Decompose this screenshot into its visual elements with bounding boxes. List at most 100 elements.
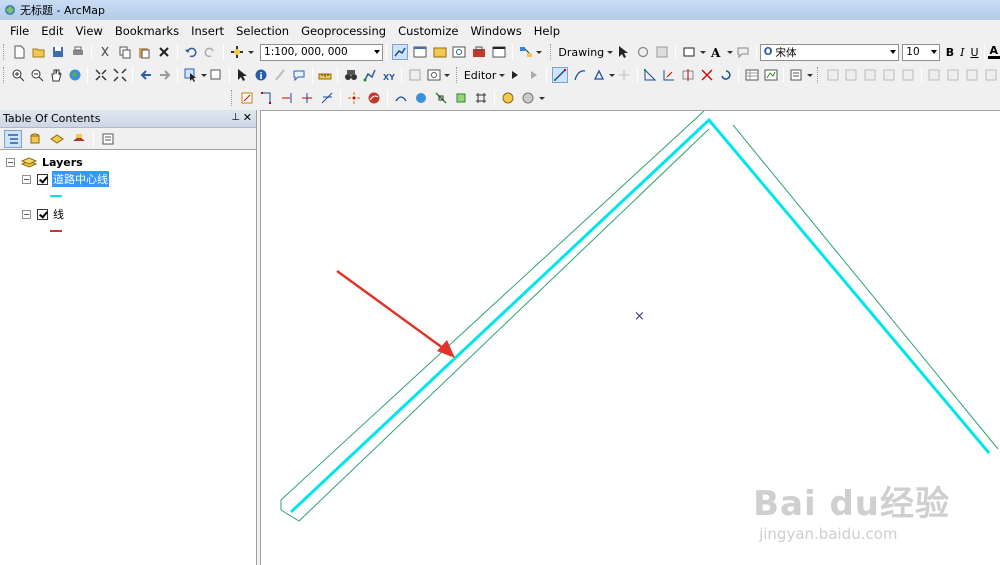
menu-geoprocessing[interactable]: Geoprocessing	[295, 24, 392, 38]
layer-row-centerline[interactable]: − 道路中心线	[22, 171, 109, 187]
fixed-zoom-in-icon[interactable]	[93, 67, 108, 83]
forward-arrow-icon[interactable]	[157, 67, 172, 83]
measure-icon[interactable]	[318, 67, 333, 83]
redo-icon[interactable]	[203, 44, 219, 60]
layer-name-line[interactable]: 线	[52, 206, 65, 222]
edit-vertices-icon[interactable]	[643, 67, 658, 83]
cut-icon[interactable]	[97, 44, 113, 60]
trim-icon[interactable]	[299, 90, 315, 106]
delete-icon[interactable]	[156, 44, 172, 60]
python-window-icon[interactable]	[491, 44, 507, 60]
drawing-menu[interactable]: Drawing	[556, 46, 606, 59]
underline-button[interactable]: U	[968, 46, 980, 59]
save-icon[interactable]	[50, 44, 66, 60]
text-dropdown-icon[interactable]	[726, 50, 733, 54]
zoom-in-icon[interactable]	[11, 67, 26, 83]
find-binoculars-icon[interactable]	[343, 67, 358, 83]
catalog-window-icon[interactable]	[432, 44, 448, 60]
disabled-tool-7-icon[interactable]	[945, 67, 960, 83]
list-by-drawing-order-icon[interactable]	[4, 129, 22, 148]
rotate-tool-icon[interactable]	[719, 67, 734, 83]
menu-file[interactable]: File	[4, 24, 35, 38]
toolbar-overflow-icon[interactable]	[807, 73, 814, 77]
editor-menu[interactable]: Editor	[462, 69, 499, 82]
menu-insert[interactable]: Insert	[185, 24, 230, 38]
menu-help[interactable]: Help	[528, 24, 566, 38]
collapse-icon[interactable]: −	[6, 157, 15, 167]
copy-icon[interactable]	[117, 44, 133, 60]
editor-dropdown-icon[interactable]	[499, 73, 506, 77]
disabled-tool-5-icon[interactable]	[901, 67, 916, 83]
toolbar-overflow-icon[interactable]	[536, 50, 543, 54]
add-data-dropdown-icon[interactable]	[248, 50, 255, 54]
select-elements-icon[interactable]	[615, 44, 631, 60]
fillet-icon[interactable]	[259, 90, 275, 106]
trace-icon[interactable]	[572, 67, 587, 83]
create-viewer-window-icon[interactable]	[426, 67, 441, 83]
select-features-dropdown-icon[interactable]	[201, 73, 208, 77]
smooth-icon[interactable]	[393, 90, 409, 106]
align-to-shape-icon[interactable]	[433, 90, 449, 106]
close-icon[interactable]: ✕	[243, 111, 252, 124]
menu-edit[interactable]: Edit	[35, 24, 69, 38]
layers-root-row[interactable]: − Layers	[6, 154, 84, 170]
generalize-icon[interactable]	[366, 90, 382, 106]
arctoolbox-icon[interactable]	[471, 44, 487, 60]
legend-row-centerline[interactable]	[50, 188, 62, 204]
construct-geodetic-icon[interactable]	[413, 90, 429, 106]
menu-bookmarks[interactable]: Bookmarks	[109, 24, 185, 38]
identify-icon[interactable]: i	[254, 67, 269, 83]
edit-annotation-icon[interactable]	[526, 67, 541, 83]
list-by-visibility-icon[interactable]	[48, 130, 66, 148]
hyperlink-icon[interactable]	[273, 67, 288, 83]
list-by-selection-icon[interactable]	[70, 130, 88, 148]
disabled-tool-8-icon[interactable]	[964, 67, 979, 83]
layer-name-centerline[interactable]: 道路中心线	[52, 171, 109, 187]
full-extent-globe-icon[interactable]	[68, 67, 83, 83]
paste-icon[interactable]	[136, 44, 152, 60]
italic-button[interactable]: I	[958, 46, 966, 59]
menu-customize[interactable]: Customize	[392, 24, 464, 38]
disabled-tool-4-icon[interactable]	[882, 67, 897, 83]
bold-button[interactable]: B	[944, 46, 956, 59]
clear-selection-icon[interactable]	[209, 67, 224, 83]
table-of-contents-icon[interactable]	[412, 44, 428, 60]
drawing-dropdown-icon[interactable]	[607, 50, 614, 54]
line-intersection-icon[interactable]	[319, 90, 335, 106]
split-polygons-icon[interactable]	[520, 90, 536, 106]
copy-features-icon[interactable]	[239, 90, 255, 106]
select-features-icon[interactable]	[183, 67, 198, 83]
list-by-source-icon[interactable]	[26, 130, 44, 148]
disabled-tool-2-icon[interactable]	[844, 67, 859, 83]
rectangle-dropdown-icon[interactable]	[700, 50, 707, 54]
explode-icon[interactable]	[346, 90, 362, 106]
legend-row-line[interactable]	[50, 223, 62, 239]
toolbar-overflow-icon[interactable]	[539, 96, 545, 100]
model-builder-icon[interactable]	[518, 44, 534, 60]
regularize-icon[interactable]	[500, 90, 516, 106]
add-data-icon[interactable]	[229, 44, 245, 60]
find-route-icon[interactable]	[362, 67, 377, 83]
pin-icon[interactable]: ⊥	[231, 112, 240, 123]
collapse-icon[interactable]: −	[22, 209, 31, 219]
fixed-zoom-out-icon[interactable]	[112, 67, 127, 83]
midpoint-icon[interactable]	[617, 67, 632, 83]
point-tool-icon[interactable]	[591, 67, 606, 83]
sketch-properties-icon[interactable]	[763, 67, 778, 83]
layer-visibility-checkbox[interactable]	[37, 173, 48, 185]
construct-polygons-icon[interactable]	[473, 90, 489, 106]
cut-polygons-icon[interactable]	[681, 67, 696, 83]
edit-tool-arrow-icon[interactable]	[507, 67, 522, 83]
menu-selection[interactable]: Selection	[230, 24, 295, 38]
menu-view[interactable]: View	[70, 24, 109, 38]
create-features-icon[interactable]	[789, 67, 804, 83]
disabled-tool-9-icon[interactable]	[983, 67, 998, 83]
new-document-icon[interactable]	[11, 44, 27, 60]
print-icon[interactable]	[70, 44, 86, 60]
select-elements-arrow-icon[interactable]	[235, 67, 250, 83]
back-arrow-icon[interactable]	[138, 67, 153, 83]
time-slider-icon[interactable]	[407, 67, 422, 83]
map-view[interactable]: × Bai du经验 jingyan.baidu.com	[260, 110, 1000, 565]
html-popup-icon[interactable]	[292, 67, 307, 83]
zoom-out-icon[interactable]	[30, 67, 45, 83]
